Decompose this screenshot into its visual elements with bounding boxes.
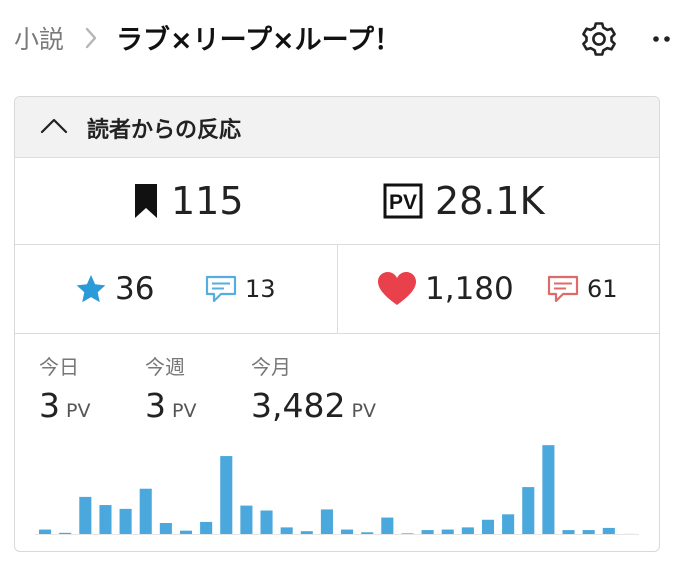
star-comment-count: 13	[245, 275, 276, 303]
pv-bar	[139, 488, 152, 535]
month-unit: PV	[351, 400, 376, 422]
today-pv: 今日 3 PV	[39, 351, 90, 425]
bookmark-icon	[135, 184, 157, 218]
collapse-caret-icon[interactable]	[39, 116, 69, 136]
pv-bar	[79, 496, 92, 535]
pv-bar	[240, 505, 253, 535]
heart-stat: 1,180	[377, 245, 514, 333]
divider	[337, 245, 338, 333]
pv-bar	[542, 445, 555, 535]
chevron-right-icon	[85, 27, 97, 49]
reader-reactions-panel: 読者からの反応 115 PV 28.1K 36 13 1,180 61 今日 3…	[14, 96, 660, 552]
svg-text:PV: PV	[389, 191, 417, 214]
week-unit: PV	[172, 400, 197, 422]
today-label: 今日	[39, 355, 79, 379]
star-count: 36	[115, 271, 155, 307]
chart-baseline	[35, 534, 639, 535]
pv-bar	[502, 514, 515, 535]
star-comment-stat: 13	[205, 245, 276, 333]
comment-icon	[205, 275, 237, 303]
pv-bar	[260, 510, 273, 535]
week-value: 3	[145, 386, 166, 425]
work-title: ラブ×リープ×ループ！	[116, 25, 402, 56]
heart-icon	[378, 272, 416, 305]
heart-count: 1,180	[425, 271, 514, 307]
panel-title: 読者からの反応	[87, 118, 242, 143]
star-stat: 36	[75, 245, 154, 333]
month-value: 3,482	[251, 386, 346, 425]
bookmark-count: 115	[171, 179, 244, 223]
week-pv: 今週 3 PV	[145, 351, 196, 425]
pv-total: 28.1K	[435, 179, 545, 223]
pv-bar	[522, 487, 535, 535]
daily-pv-chart	[39, 445, 635, 535]
pv-stat: PV 28.1K	[383, 158, 545, 244]
month-label: 今月	[251, 355, 291, 379]
heart-comment-count: 61	[587, 275, 618, 303]
today-value: 3	[39, 386, 60, 425]
pv-bar	[381, 517, 394, 535]
totals-row: 115 PV 28.1K	[15, 158, 659, 245]
today-unit: PV	[66, 400, 91, 422]
heart-comment-stat: 61	[547, 245, 618, 333]
week-label: 今週	[145, 355, 185, 379]
breadcrumb-novel[interactable]: 小説	[14, 20, 64, 56]
month-pv: 今月 3,482 PV	[251, 351, 376, 425]
pv-bar	[119, 508, 132, 535]
top-bar: 小説 ラブ×リープ×ループ！	[0, 0, 680, 80]
pv-bar	[481, 519, 495, 535]
more-options-icon[interactable]	[648, 18, 676, 60]
gear-icon[interactable]	[578, 18, 620, 60]
pv-bar	[220, 456, 233, 535]
star-icon	[76, 275, 106, 303]
ratings-row: 36 13 1,180 61	[15, 245, 659, 334]
panel-header[interactable]: 読者からの反応	[15, 97, 659, 158]
comment-icon	[547, 275, 579, 303]
pv-bar	[320, 509, 333, 535]
pv-bar	[99, 505, 112, 535]
pv-icon: PV	[383, 183, 423, 219]
bookmark-stat: 115	[133, 158, 244, 244]
